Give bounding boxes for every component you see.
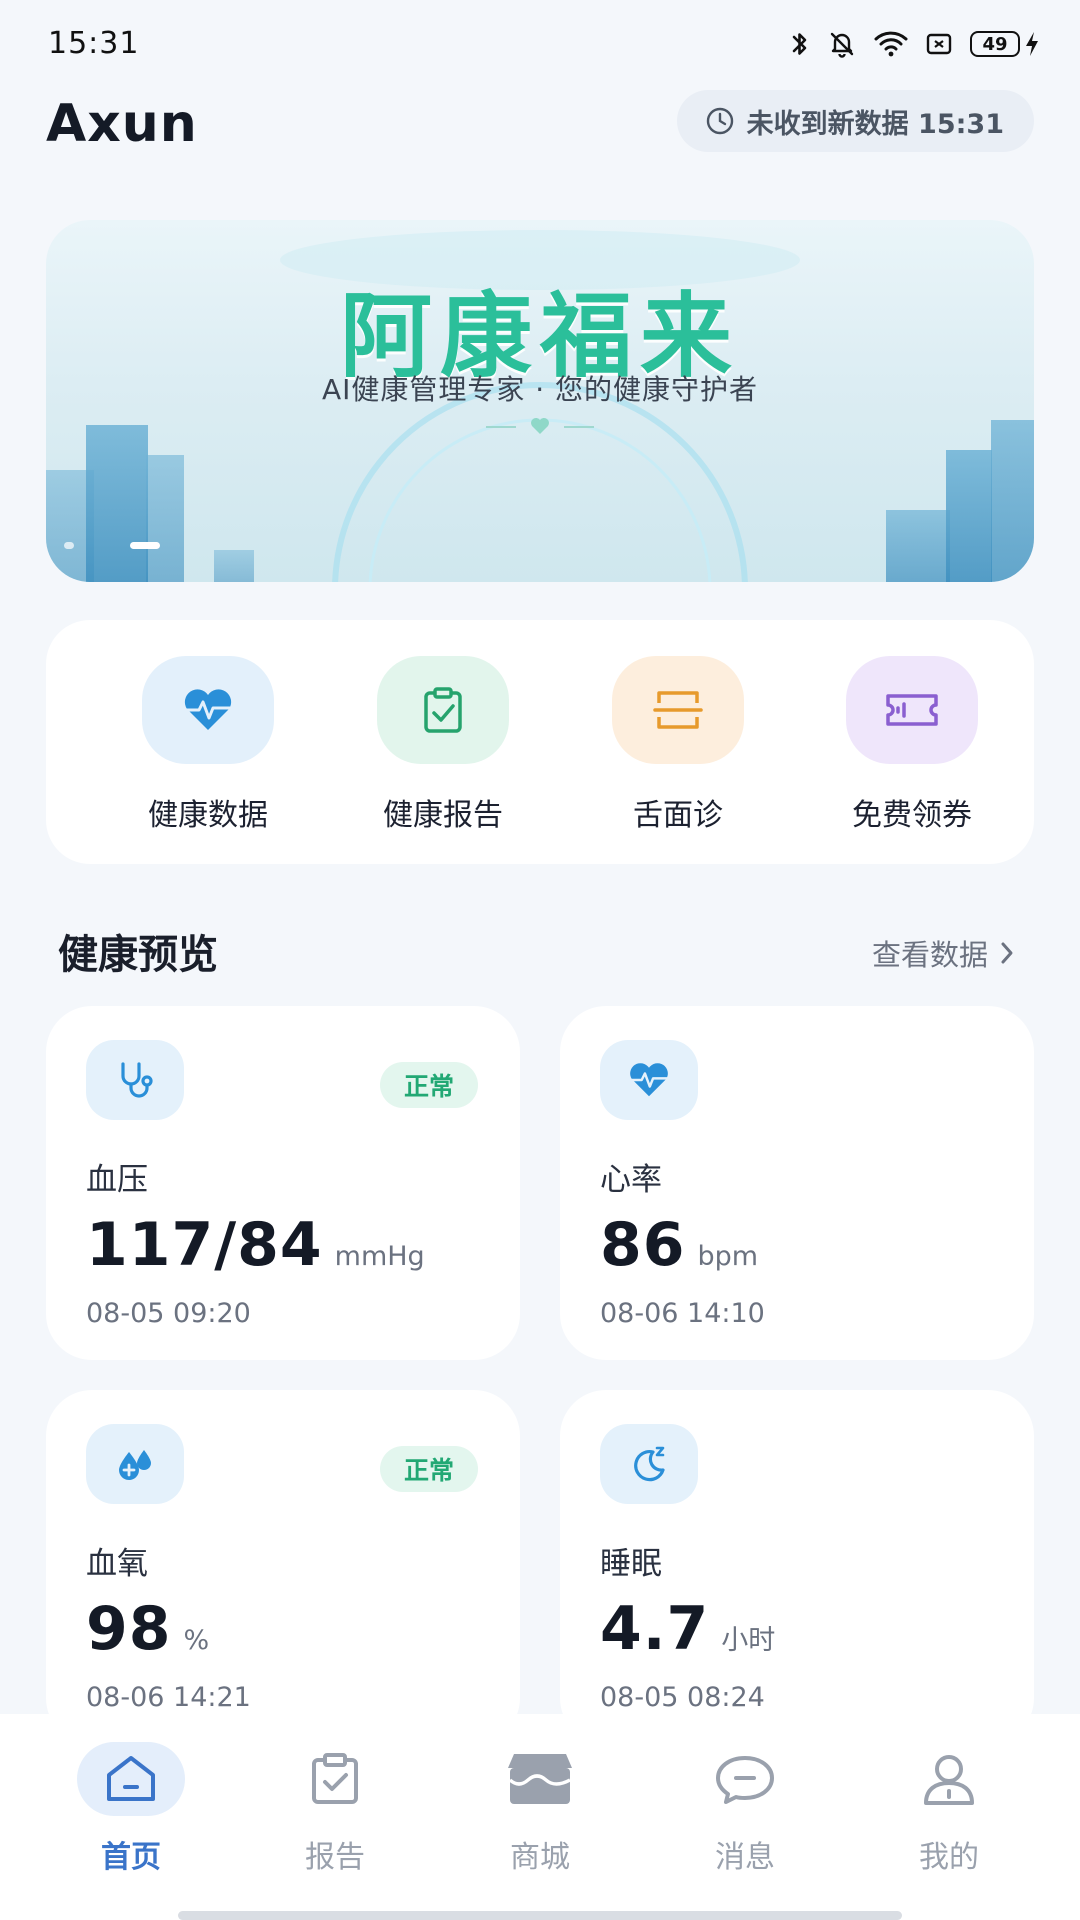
metric-card-sleep[interactable]: 睡眠 4.7 小时 08-05 08:24 xyxy=(560,1390,1034,1744)
metric-unit: % xyxy=(183,1625,210,1656)
quick-action-health-report[interactable]: 健康报告 xyxy=(353,656,533,834)
status-icons: 49 xyxy=(790,30,1040,58)
stethoscope-icon xyxy=(86,1040,184,1120)
metric-value: 98 xyxy=(86,1594,172,1664)
metric-name: 睡眠 xyxy=(600,1546,662,1582)
nav-label: 报告 xyxy=(305,1840,365,1875)
user-icon xyxy=(895,1742,1003,1816)
bell-off-icon xyxy=(828,30,856,58)
promo-banner[interactable]: 阿康福来 AI健康管理专家 · 您的健康守护者 xyxy=(46,220,1034,582)
nav-label: 首页 xyxy=(101,1840,161,1875)
metric-value-row: 117/84 mmHg xyxy=(86,1210,425,1280)
nav-tab-report[interactable]: 报告 xyxy=(260,1742,410,1876)
clipboard-check-icon xyxy=(377,656,509,764)
metric-timestamp: 08-05 09:20 xyxy=(86,1298,251,1329)
app-title: Axun xyxy=(46,94,198,154)
quick-action-label: 舌面诊 xyxy=(633,798,723,833)
banner-page-indicator-dot xyxy=(64,542,74,549)
banner-subtitle: AI健康管理专家 · 您的健康守护者 xyxy=(321,373,759,406)
metric-timestamp: 08-05 08:24 xyxy=(600,1682,765,1713)
metric-unit: bpm xyxy=(697,1241,759,1272)
ticket-icon xyxy=(846,656,978,764)
status-time: 15:31 xyxy=(48,26,140,61)
quick-action-tongue-diagnosis[interactable]: 舌面诊 xyxy=(588,656,768,834)
battery-icon: 49 xyxy=(970,30,1040,58)
clock-icon xyxy=(706,107,733,135)
metric-name: 心率 xyxy=(600,1162,662,1198)
view-data-link[interactable]: 查看数据 xyxy=(872,932,1016,974)
nav-tab-profile[interactable]: 我的 xyxy=(874,1742,1024,1876)
nav-tab-messages[interactable]: 消息 xyxy=(670,1742,820,1876)
home-icon xyxy=(77,1742,185,1816)
metric-card-blood-oxygen[interactable]: 正常 血氧 98 % 08-06 14:21 xyxy=(46,1390,520,1744)
status-badge: 正常 xyxy=(379,1062,478,1108)
metric-value: 4.7 xyxy=(600,1594,710,1664)
metric-value-row: 86 bpm xyxy=(600,1210,758,1280)
quick-actions-card: 健康数据 健康报告 舌面诊 免费领券 xyxy=(46,620,1034,864)
metric-name: 血氧 xyxy=(86,1546,148,1582)
banner-page-indicator-active xyxy=(130,542,160,549)
metric-timestamp: 08-06 14:21 xyxy=(86,1682,251,1713)
metric-value: 86 xyxy=(600,1210,686,1280)
nav-label: 消息 xyxy=(715,1840,775,1875)
status-badge: 正常 xyxy=(379,1446,478,1492)
quick-action-label: 健康报告 xyxy=(383,798,503,833)
sim-icon xyxy=(926,32,952,56)
moon-sleep-icon xyxy=(600,1424,698,1504)
report-icon xyxy=(281,1742,389,1816)
view-data-label: 查看数据 xyxy=(871,938,988,972)
nav-tab-home[interactable]: 首页 xyxy=(56,1742,206,1876)
nav-tab-store[interactable]: 商城 xyxy=(465,1742,615,1876)
quick-action-health-data[interactable]: 健康数据 xyxy=(118,656,298,834)
chevron-right-icon xyxy=(1001,942,1013,964)
metric-unit: 小时 xyxy=(721,1625,776,1656)
charging-icon xyxy=(1026,32,1038,56)
metric-card-blood-pressure[interactable]: 正常 血压 117/84 mmHg 08-05 09:20 xyxy=(46,1006,520,1360)
sync-status-text: 未收到新数据 15:31 xyxy=(746,108,1004,140)
metric-timestamp: 08-06 14:10 xyxy=(600,1298,765,1329)
home-indicator[interactable] xyxy=(178,1911,902,1920)
metric-name: 血压 xyxy=(86,1162,148,1198)
blood-drop-icon xyxy=(86,1424,184,1504)
bluetooth-icon xyxy=(790,30,810,58)
sync-status-pill[interactable]: 未收到新数据 15:31 xyxy=(676,90,1034,152)
scan-icon xyxy=(612,656,744,764)
metric-card-heart-rate[interactable]: 心率 86 bpm 08-06 14:10 xyxy=(560,1006,1034,1360)
nav-label: 商城 xyxy=(510,1840,570,1875)
heart-pulse-icon xyxy=(600,1040,698,1120)
home-screen: 15:31 49 Axun 未收到新数据 15:31 阿康福来 AI健康管理专家… xyxy=(0,0,1080,1920)
metric-unit: mmHg xyxy=(334,1241,425,1272)
nav-label: 我的 xyxy=(919,1840,979,1875)
metric-value: 117/84 xyxy=(86,1210,323,1280)
wifi-icon xyxy=(874,30,908,58)
heart-pulse-icon xyxy=(142,656,274,764)
status-bar: 15:31 49 xyxy=(0,0,1080,92)
quick-action-label: 免费领券 xyxy=(852,798,972,833)
message-icon xyxy=(691,1742,799,1816)
bottom-navigation: 首页 报告 商城 消息 我的 xyxy=(0,1714,1080,1920)
metric-value-row: 4.7 小时 xyxy=(600,1594,775,1664)
metric-value-row: 98 % xyxy=(86,1594,209,1664)
quick-action-label: 健康数据 xyxy=(148,798,268,833)
store-icon xyxy=(486,1742,594,1816)
quick-action-free-coupon[interactable]: 免费领券 xyxy=(822,656,1002,834)
health-preview-title: 健康预览 xyxy=(58,932,218,978)
battery-level: 49 xyxy=(970,31,1020,57)
